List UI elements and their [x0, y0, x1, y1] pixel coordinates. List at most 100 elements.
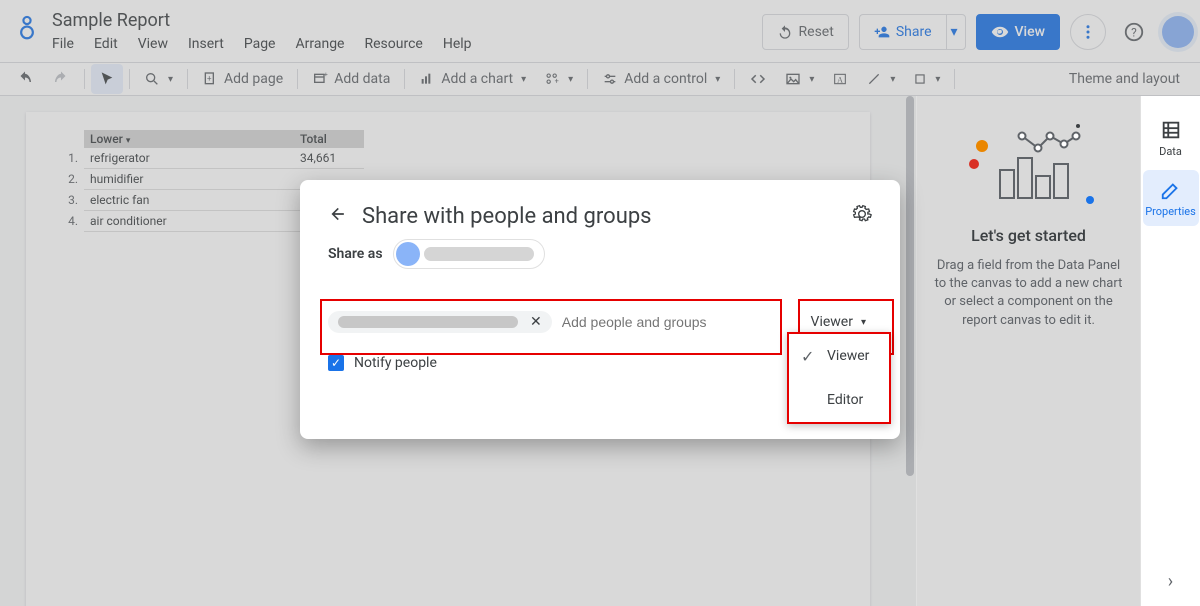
back-button[interactable] [328, 204, 348, 229]
add-control-button[interactable]: Add a control [594, 64, 728, 94]
toolbar: + Add page +Add data Add a chart + Add a … [0, 62, 1200, 96]
view-label: View [1015, 24, 1046, 40]
more-vert-icon [1079, 23, 1097, 41]
share-as-user-chip[interactable] [393, 239, 545, 269]
undo-icon [777, 24, 793, 40]
image-icon [785, 71, 801, 87]
title-area: Sample Report File Edit View Insert Page… [52, 8, 762, 52]
col-header-1[interactable]: Lower ▾ [84, 130, 294, 148]
account-avatar[interactable] [1162, 16, 1194, 48]
undo-icon [16, 70, 34, 88]
share-label: Share [896, 24, 932, 40]
line-button[interactable] [858, 64, 903, 94]
menu-resource[interactable]: Resource [364, 36, 422, 52]
page-plus-icon: + [202, 71, 218, 87]
svg-text:+: + [324, 71, 328, 78]
col-header-2[interactable]: Total [294, 130, 364, 148]
side-tabs: Data Properties › [1140, 96, 1200, 606]
redacted-email [338, 316, 518, 328]
remove-chip-button[interactable]: ✕ [524, 314, 548, 330]
cursor-icon [99, 71, 115, 87]
data-icon [1160, 119, 1182, 141]
recipient-chip[interactable]: ✕ [328, 311, 552, 333]
add-people-input[interactable] [562, 314, 811, 330]
tab-properties[interactable]: Properties [1143, 170, 1199, 226]
menu-page[interactable]: Page [244, 36, 276, 52]
check-icon: ✓ [801, 347, 817, 366]
help-icon: ? [1123, 21, 1145, 43]
arrow-left-icon [328, 204, 348, 224]
undo-button[interactable] [8, 64, 42, 94]
community-icon: + [544, 71, 560, 87]
menu-file[interactable]: File [52, 36, 74, 52]
text-button[interactable]: A [824, 64, 856, 94]
svg-text:+: + [207, 74, 212, 83]
tab-properties-label: Properties [1145, 205, 1196, 218]
person-add-icon [874, 24, 890, 40]
role-select-button[interactable]: Viewer [811, 314, 872, 330]
notify-label: Notify people [354, 355, 437, 371]
embed-button[interactable] [741, 64, 775, 94]
add-page-label: Add page [224, 71, 283, 87]
share-button[interactable]: Share [859, 14, 946, 50]
header-actions: Reset Share ▾ View ? [762, 14, 1194, 50]
table-row[interactable]: 1.refrigerator34,661 [44, 148, 364, 169]
share-as-label: Share as [328, 246, 383, 262]
settings-button[interactable] [852, 204, 872, 229]
data-icon: + [312, 71, 328, 87]
role-selected-label: Viewer [811, 314, 853, 330]
role-option-viewer-label: Viewer [827, 348, 869, 364]
dialog-title: Share with people and groups [362, 204, 838, 229]
menu-insert[interactable]: Insert [188, 36, 224, 52]
control-icon [602, 71, 618, 87]
menu-arrange[interactable]: Arrange [296, 36, 345, 52]
help-button[interactable]: ? [1116, 14, 1152, 50]
select-tool[interactable] [91, 64, 123, 94]
role-option-editor-label: Editor [827, 392, 863, 408]
expand-panel-button[interactable]: › [1168, 571, 1173, 592]
add-page-button[interactable]: + Add page [194, 64, 291, 94]
svg-text:+: + [555, 77, 559, 86]
add-data-button[interactable]: +Add data [304, 64, 398, 94]
role-dropdown: ✓ Viewer Editor [787, 332, 891, 424]
menu-bar: File Edit View Insert Page Arrange Resou… [52, 36, 762, 52]
reset-button[interactable]: Reset [762, 14, 849, 50]
notify-checkbox[interactable]: ✓ [328, 355, 344, 371]
svg-text:?: ? [1131, 26, 1137, 40]
share-dropdown-button[interactable]: ▾ [946, 14, 966, 50]
menu-edit[interactable]: Edit [94, 36, 118, 52]
eye-icon [991, 23, 1009, 41]
text-icon: A [832, 71, 848, 87]
getting-started-illustration [964, 120, 1094, 206]
role-option-viewer[interactable]: ✓ Viewer [789, 334, 889, 378]
add-people-row: ✕ Viewer [328, 311, 872, 333]
redo-button[interactable] [44, 64, 78, 94]
menu-view[interactable]: View [138, 36, 168, 52]
theme-label: Theme and layout [1069, 71, 1180, 87]
add-chart-label: Add a chart [441, 71, 513, 87]
reset-label: Reset [799, 24, 834, 40]
user-avatar-icon [396, 242, 420, 266]
menu-help[interactable]: Help [443, 36, 472, 52]
community-viz-button[interactable]: + [536, 64, 581, 94]
more-options-button[interactable] [1070, 14, 1106, 50]
tab-data[interactable]: Data [1143, 110, 1199, 166]
shape-icon [913, 72, 927, 86]
tab-data-label: Data [1159, 145, 1182, 158]
line-icon [866, 71, 882, 87]
image-button[interactable] [777, 64, 822, 94]
canvas-scrollbar[interactable] [904, 96, 916, 606]
add-control-label: Add a control [624, 71, 707, 87]
theme-layout-button[interactable]: Theme and layout [1061, 64, 1192, 94]
role-option-editor[interactable]: Editor [789, 378, 889, 422]
add-chart-button[interactable]: Add a chart [411, 64, 534, 94]
redacted-name [424, 247, 534, 261]
redo-icon [52, 70, 70, 88]
side-panel: Let's get started Drag a field from the … [916, 96, 1140, 606]
zoom-control[interactable] [136, 64, 181, 94]
app-header: Sample Report File Edit View Insert Page… [0, 0, 1200, 62]
view-button[interactable]: View [976, 14, 1061, 50]
gear-icon [852, 204, 872, 224]
doc-title[interactable]: Sample Report [52, 10, 762, 32]
shape-button[interactable] [905, 64, 948, 94]
